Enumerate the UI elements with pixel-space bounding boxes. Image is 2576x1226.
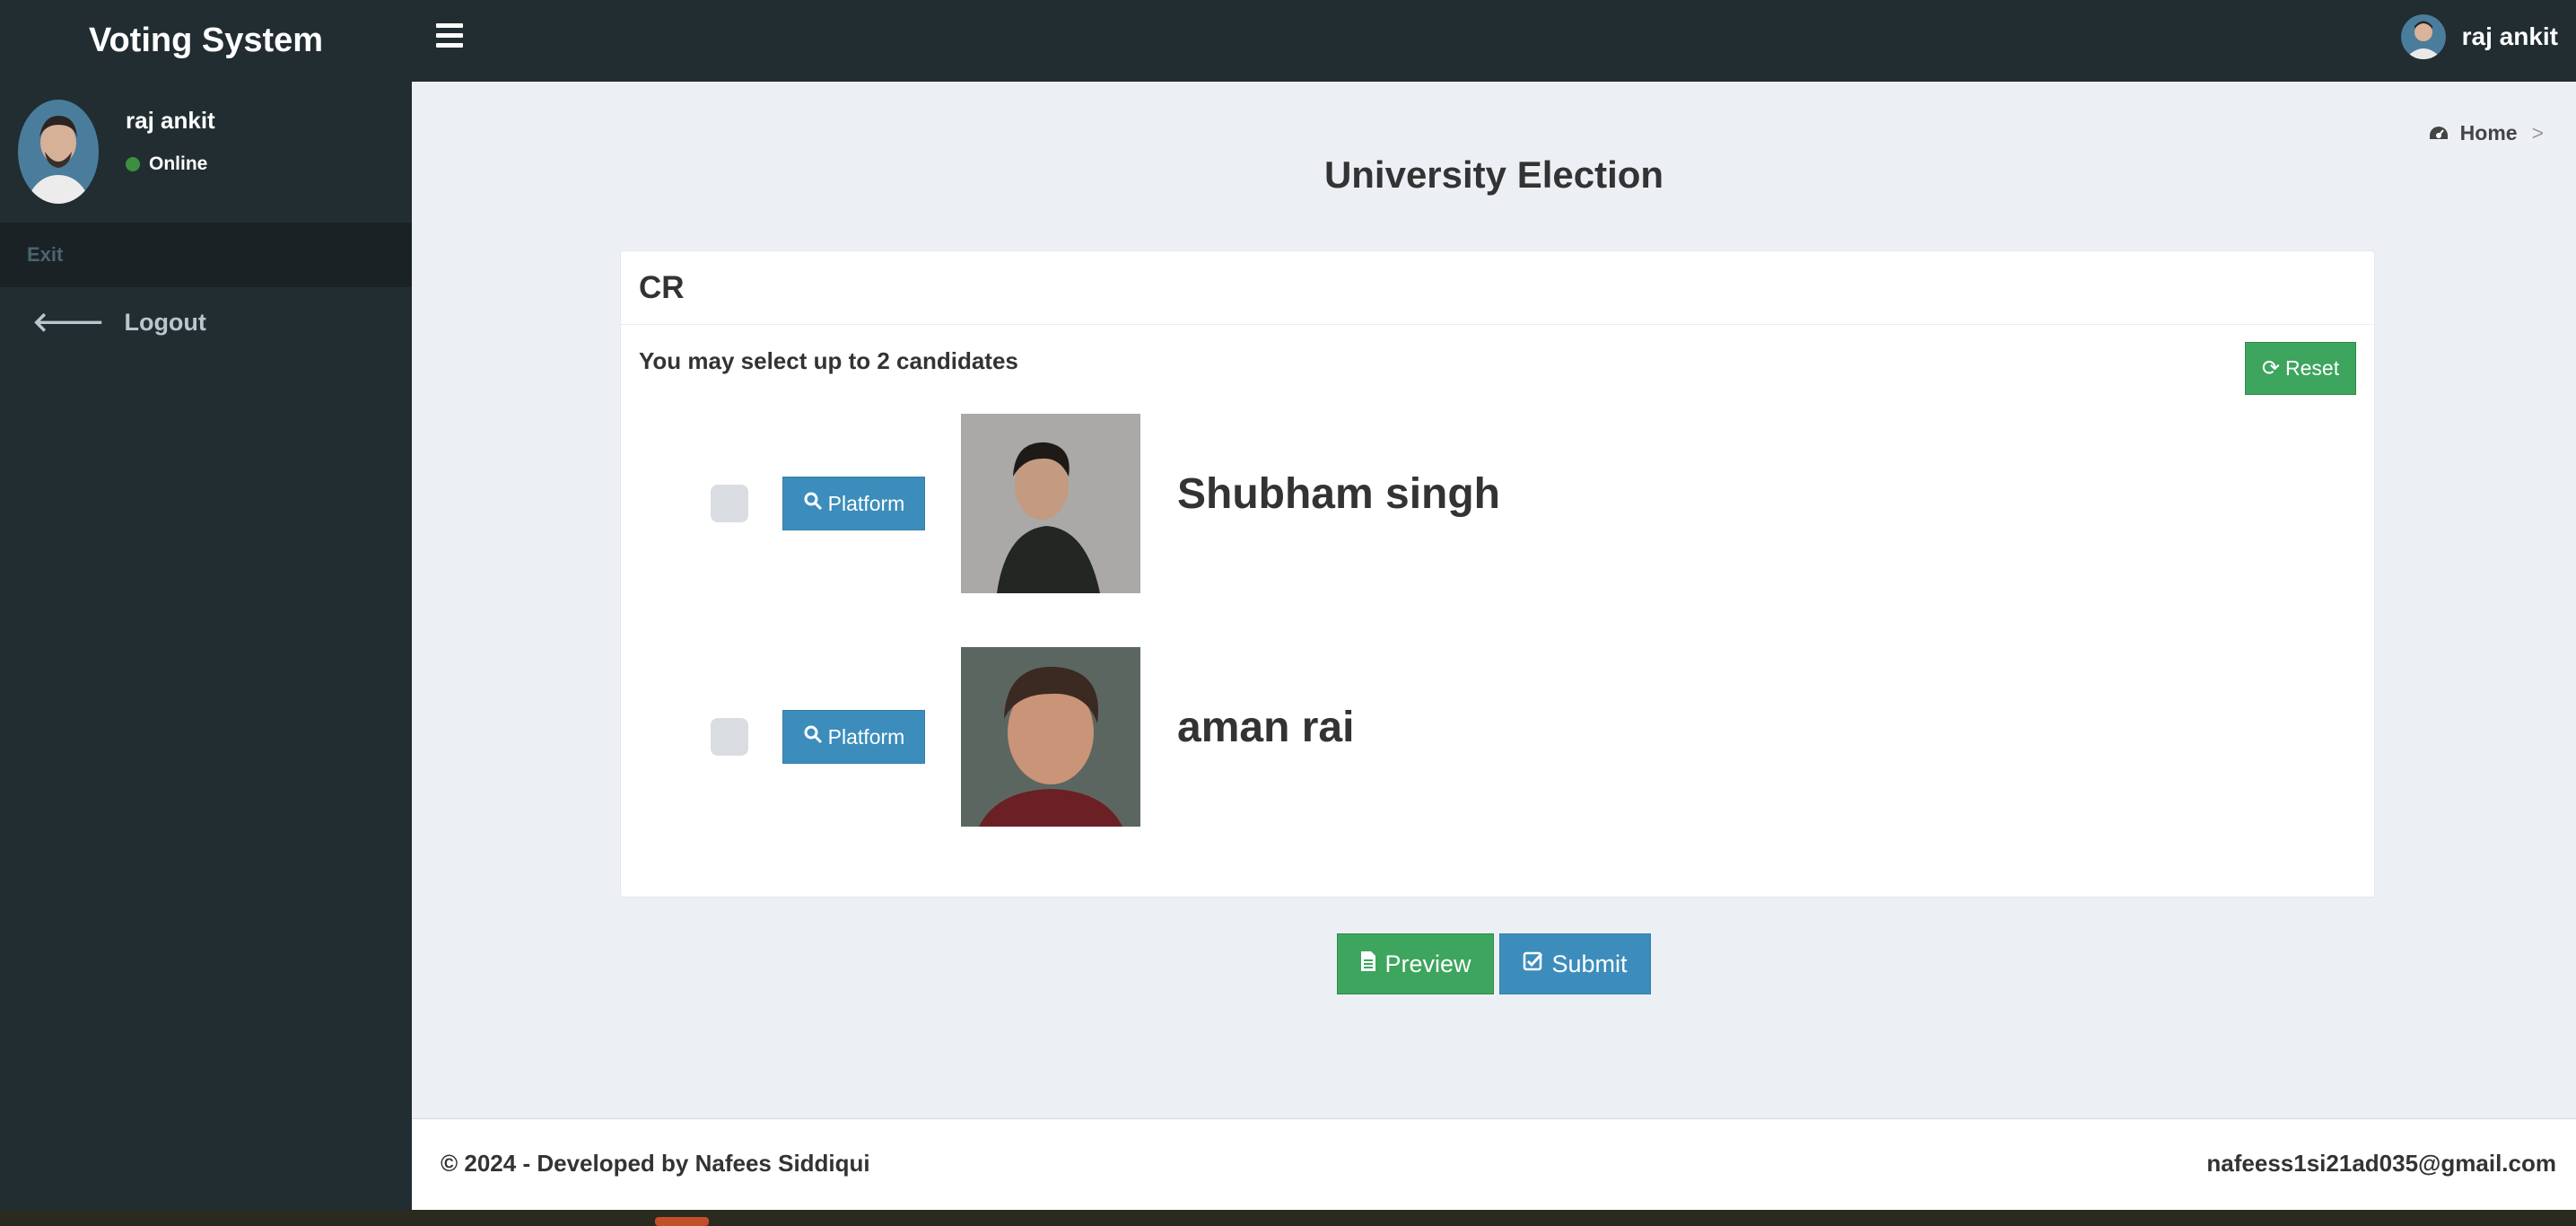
sidebar-item-logout[interactable]: 🡐 Logout — [0, 292, 412, 353]
candidate-photo — [961, 414, 1140, 593]
sidebar-user-name: raj ankit — [126, 107, 215, 134]
taskbar-fragment — [655, 1217, 709, 1226]
arrow-left-icon: 🡐 — [32, 308, 105, 337]
candidate-row: Platform Shubham singh — [621, 414, 2376, 593]
user-menu[interactable]: raj ankit — [2400, 0, 2558, 74]
sidebar-section-header: Exit — [0, 223, 412, 287]
candidate-checkbox[interactable] — [711, 485, 748, 522]
search-icon — [803, 491, 823, 516]
footer-email: nafeess1si21ad035@gmail.com — [2206, 1150, 2556, 1177]
candidate-checkbox[interactable] — [711, 718, 748, 756]
main-content: Home > University Election CR You may se… — [412, 82, 2576, 1118]
platform-button[interactable]: Platform — [782, 710, 925, 764]
ballot-box: CR You may select up to 2 candidates ⟳ R… — [620, 250, 2375, 898]
submit-label: Submit — [1551, 950, 1628, 977]
preview-button[interactable]: Preview — [1337, 933, 1494, 994]
reset-label: Reset — [2285, 356, 2340, 380]
platform-button[interactable]: Platform — [782, 477, 925, 530]
user-avatar-icon — [2400, 14, 2446, 59]
candidate-name: Shubham singh — [1177, 470, 1500, 518]
avatar — [18, 100, 99, 204]
platform-label: Platform — [827, 491, 905, 515]
online-status: Online — [126, 153, 207, 175]
desktop-background-strip — [0, 1210, 2576, 1226]
status-label: Online — [149, 153, 208, 174]
sidebar: raj ankit Online Exit 🡐 Logout — [0, 82, 412, 1210]
reset-button[interactable]: ⟳ Reset — [2245, 342, 2356, 395]
dashboard-icon — [2429, 126, 2448, 139]
footer-credit: © 2024 - Developed by Nafees Siddiqui — [441, 1150, 870, 1177]
instruction-text: You may select up to 2 candidates — [639, 347, 1018, 374]
breadcrumb-separator: > — [2531, 121, 2544, 144]
sidebar-item-label: Logout — [124, 308, 206, 336]
check-square-icon — [1523, 950, 1544, 978]
candidate-name: aman rai — [1177, 704, 1355, 751]
brand-logo[interactable]: Voting System — [0, 0, 412, 82]
breadcrumb: Home > — [2428, 121, 2544, 145]
platform-label: Platform — [827, 724, 905, 749]
ballot-actions: Preview Submit — [412, 933, 2576, 994]
document-icon — [1359, 950, 1377, 978]
header-user-name: raj ankit — [2461, 22, 2558, 50]
search-icon — [803, 724, 823, 749]
submit-button[interactable]: Submit — [1499, 933, 1651, 994]
position-title: CR — [621, 251, 2374, 325]
top-navbar: Voting System raj ankit — [0, 0, 2576, 82]
preview-label: Preview — [1384, 950, 1471, 977]
user-panel: raj ankit Online — [0, 82, 412, 221]
menu-toggle-icon[interactable] — [436, 23, 463, 50]
breadcrumb-home[interactable]: Home — [2460, 121, 2518, 145]
refresh-icon: ⟳ — [2261, 356, 2280, 381]
status-dot-icon — [126, 157, 140, 171]
page-title: University Election — [1323, 153, 1664, 196]
footer: © 2024 - Developed by Nafees Siddiqui na… — [412, 1118, 2576, 1211]
candidate-photo — [961, 647, 1140, 827]
candidate-row: Platform aman rai — [621, 647, 2376, 827]
